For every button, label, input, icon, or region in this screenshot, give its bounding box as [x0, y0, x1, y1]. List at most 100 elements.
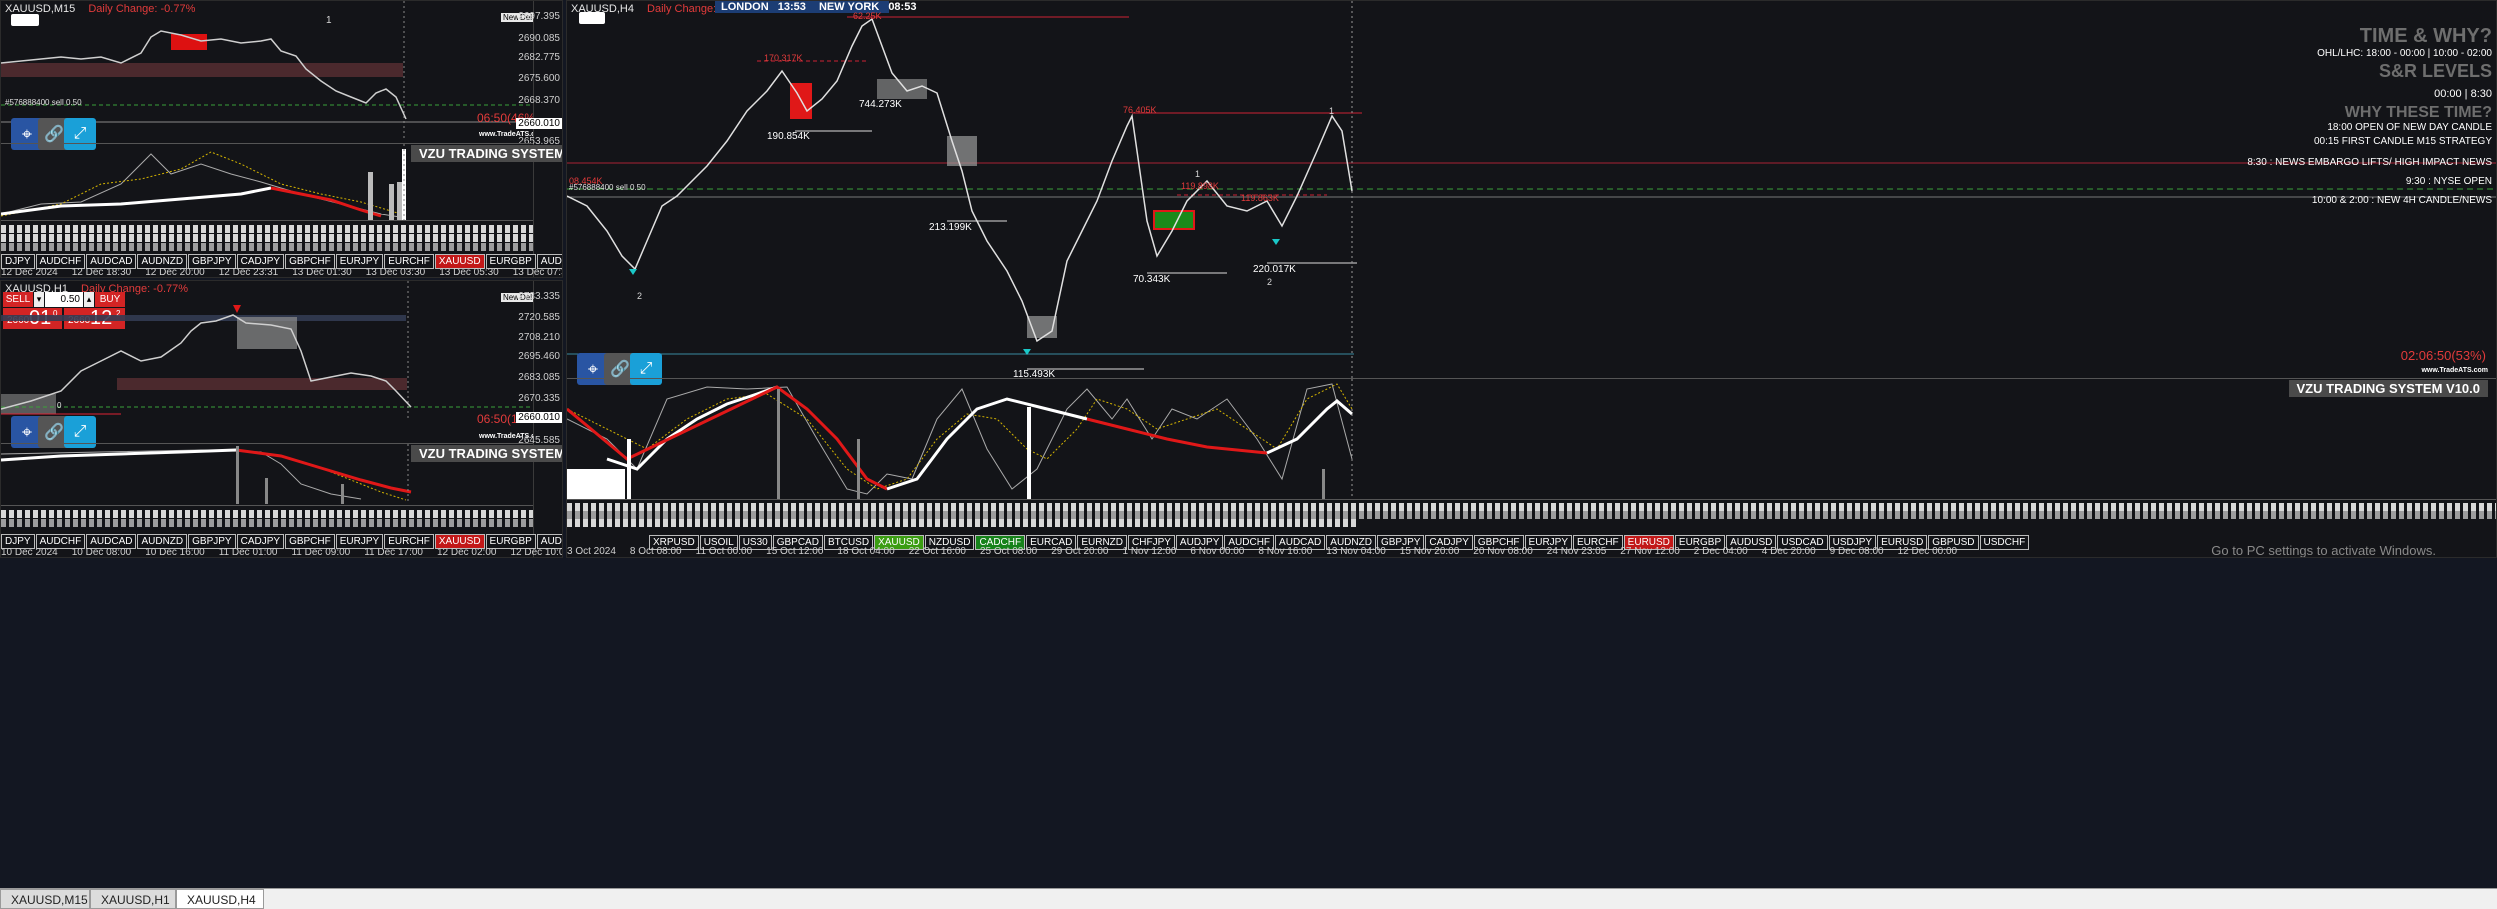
price-tick: 2708.210 [518, 332, 560, 343]
h4-dots-row-1 [567, 503, 2496, 511]
time-tick: 11 Dec 09:00 [291, 547, 351, 558]
h1-price-plot [1, 281, 533, 421]
chart-icon: ⤢ [639, 360, 653, 377]
workspace-empty [0, 560, 2497, 888]
time-tick: 15 Oct 12:00 [766, 546, 824, 557]
tab-xauusd-m15[interactable]: XAUUSD,M15 [0, 889, 90, 909]
vol-label: 170.317K [764, 53, 803, 63]
time-tick: 2 Dec 04:00 [1693, 546, 1748, 557]
info-heading-sr-levels: S&R LEVELS [2378, 61, 2492, 81]
time-tick: 10 Dec 08:00 [71, 547, 132, 558]
info-line: 8:30 : NEWS EMBARGO LIFTS/ HIGH IMPACT N… [2247, 157, 2492, 168]
vol-label: 220.017K [1253, 264, 1296, 275]
time-tick: 11 Dec 17:00 [364, 547, 423, 558]
m15-dots-row-3 [1, 243, 533, 251]
h1-order-line: 0 [57, 401, 62, 410]
price-tick: 2690.085 [518, 33, 560, 44]
vol-label: 119.898K [1181, 181, 1219, 191]
time-tick: 12 Dec 10:00 [510, 547, 562, 558]
time-tick: 12 Dec 2024 [1, 267, 58, 278]
price-tick: 2733.335 [518, 291, 560, 302]
chart-h1[interactable]: XAUUSD,H1 Daily Change: -0.77% New Del S… [0, 280, 563, 558]
time-tick: 12 Dec 00:00 [1897, 546, 1958, 557]
time-tick: 13 Dec 07:30 [512, 267, 562, 278]
time-tick: 27 Nov 12:00 [1620, 546, 1680, 557]
vol-label: 62.25K [853, 11, 882, 21]
h1-price-flag: 2660.010 [516, 412, 562, 423]
time-tick: 22 Oct 16:00 [908, 546, 966, 557]
m15-price-flag: 2660.010 [516, 118, 562, 129]
time-tick: 13 Dec 01:30 [292, 267, 352, 278]
info-line: 18:00 OPEN OF NEW DAY CANDLE [2327, 122, 2492, 133]
time-tick: 15 Nov 20:00 [1399, 546, 1460, 557]
link-icon: 🔗 [44, 126, 64, 143]
h4-dots-row-3 [567, 519, 1357, 527]
price-tick: 2697.395 [518, 11, 560, 22]
tab-strip [0, 888, 2497, 909]
time-tick: 29 Oct 20:00 [1051, 546, 1109, 557]
time-tick: 8 Nov 16:00 [1258, 546, 1313, 557]
h1-indicator-plot [1, 444, 412, 504]
crosshair-icon: ⌖ [21, 123, 33, 144]
vol-label: 70.343K [1133, 274, 1171, 285]
time-tick: 3 Oct 2024 [567, 546, 616, 557]
info-ohl: OHL/LHC: 18:00 - 00:00 | 10:00 - 02:00 [2317, 48, 2492, 59]
price-tick: 2683.085 [518, 372, 560, 383]
vol-label: 119.863K [1241, 193, 1279, 203]
time-tick: 12 Dec 20:00 [145, 267, 205, 278]
tab-xauusd-h1[interactable]: XAUUSD,H1 [90, 889, 176, 909]
price-tick: 2695.460 [518, 351, 560, 362]
time-tick: 11 Oct 00:00 [695, 546, 753, 557]
vol-label: 76.405K [1123, 105, 1157, 115]
swing-label: 1 [1195, 169, 1201, 179]
vol-label: 190.854K [767, 131, 810, 142]
link-icon: 🔗 [610, 361, 630, 378]
h1-dots-row-1 [1, 510, 533, 518]
time-tick: 13 Dec 05:30 [439, 267, 499, 278]
time-tick: 12 Dec 18:30 [71, 267, 132, 278]
info-heading-time-why: TIME & WHY? [2359, 25, 2492, 47]
crosshair-icon: ⌖ [21, 421, 33, 442]
swing-label: 1 [1329, 106, 1335, 116]
time-tick: 9 Dec 08:00 [1829, 546, 1884, 557]
info-heading-why-times: WHY THESE TIME? [2344, 104, 2492, 121]
h1-dots-row-2 [1, 519, 533, 527]
h4-time-axis: 3 Oct 2024 8 Oct 08:00 11 Oct 00:00 15 Oct … [567, 546, 2496, 557]
m15-dots-row-1 [1, 225, 533, 233]
time-tick: 11 Dec 01:00 [218, 547, 278, 558]
h4-dots-row-2 [567, 511, 2496, 519]
vol-label: 744.273K [859, 99, 902, 110]
h4-order-line: #576888400 sell 0.50 [569, 183, 646, 192]
crosshair-icon: ⌖ [587, 358, 599, 379]
time-tick: 12 Dec 23:31 [218, 267, 279, 278]
m15-dots-row-2 [1, 234, 533, 242]
tab-xauusd-h4[interactable]: XAUUSD,H4 [176, 889, 264, 909]
time-tick: 1 Nov 12:00 [1122, 546, 1177, 557]
info-panel: TIME & WHY? OHL/LHC: 18:00 - 00:00 | 10:… [2247, 25, 2492, 206]
time-tick: 6 Nov 00:00 [1190, 546, 1245, 557]
time-tick: 4 Dec 20:00 [1761, 546, 1816, 557]
chart-h4[interactable]: XAUUSD,H4 Daily Change: -0.77% LONDON 13… [566, 0, 2497, 558]
info-line: 00:15 FIRST CANDLE M15 STRATEGY [2313, 136, 2492, 147]
vol-label: 213.199K [929, 222, 972, 233]
m15-time-axis: 12 Dec 2024 12 Dec 18:30 12 Dec 20:00 12 De… [1, 267, 562, 278]
info-line: 10:00 & 2:00 : NEW 4H CANDLE/NEWS [2311, 195, 2492, 206]
activate-windows-watermark: Go to PC settings to activate Windows. [2211, 543, 2436, 558]
h4-timer: 02:06:50(53%) [2400, 348, 2486, 363]
time-tick: 24 Nov 23:05 [1546, 546, 1607, 557]
time-tick: 12 Dec 02:00 [436, 547, 497, 558]
price-tick: 2670.335 [518, 393, 560, 404]
h4-price-plot [567, 1, 2496, 379]
price-tick: 2682.775 [518, 52, 560, 63]
swing-label: 2 [637, 291, 643, 301]
h1-time-axis: 10 Dec 2024 10 Dec 08:00 10 Dec 16:00 11 De… [1, 547, 562, 558]
price-tick: 2720.585 [518, 312, 560, 323]
link-icon: 🔗 [44, 424, 64, 441]
time-tick: 25 Oct 08:00 [979, 546, 1038, 557]
time-tick: 20 Nov 08:00 [1473, 546, 1533, 557]
chart-m15[interactable]: XAUUSD,M15 Daily Change: -0.77% 1 New De… [0, 0, 563, 278]
h1-price-axis: 2733.335 2720.585 2708.210 2695.460 2683… [516, 281, 562, 557]
info-line: 9:30 : NYSE OPEN [2405, 176, 2492, 187]
info-sr: 00:00 | 8:30 [2434, 88, 2492, 100]
chart-icon: ⤢ [73, 125, 87, 142]
